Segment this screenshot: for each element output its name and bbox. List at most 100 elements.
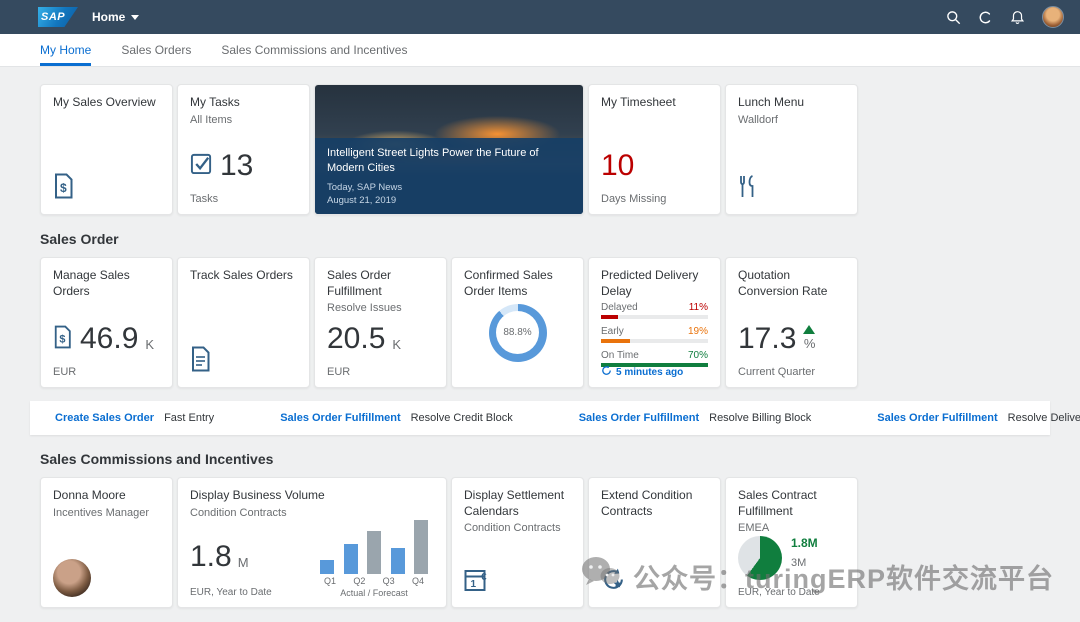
shell-actions: [946, 6, 1064, 28]
my-home-tile-group: My Sales Overview $ My Tasks All Items 1…: [40, 84, 1080, 215]
tile-display-business-volume[interactable]: Display Business Volume Condition Contra…: [177, 477, 447, 608]
refresh-text: 5 minutes ago: [616, 366, 684, 378]
tile-manage-sales-orders[interactable]: Manage Sales Orders $ 46.9 K EUR: [40, 257, 173, 388]
delay-value: 70%: [687, 350, 708, 361]
delay-label: On Time: [601, 350, 639, 361]
task-checkbox-icon: [190, 152, 213, 180]
tile-subtitle: Condition Contracts: [190, 506, 287, 519]
volume-categories: Q1 Q2 Q3 Q4: [316, 576, 432, 586]
quotation-value: 17.3: [738, 322, 797, 355]
manage-value: 46.9: [80, 322, 139, 355]
tile-sales-order-fulfillment[interactable]: Sales Order Fulfillment Resolve Issues 2…: [314, 257, 447, 388]
fulfillment-kpi: 20.5 K: [327, 324, 401, 354]
tile-title: Quotation Conversion Rate: [738, 268, 828, 298]
delay-row-delayed: Delayed 11%: [601, 302, 708, 319]
tile-title: Sales Order Fulfillment: [327, 268, 392, 298]
anchor-navigation: My Home Sales Orders Sales Commissions a…: [0, 34, 1080, 67]
shell-header: SAP Home: [0, 0, 1080, 34]
tile-display-settlement-calendars[interactable]: Display Settlement Calendars Condition C…: [451, 477, 584, 608]
donna-moore-avatar: [53, 559, 91, 597]
tile-my-sales-overview[interactable]: My Sales Overview $: [40, 84, 173, 215]
tile-my-tasks[interactable]: My Tasks All Items 13 Tasks: [177, 84, 310, 215]
tile-title: My Timesheet: [601, 95, 676, 109]
tab-sales-commissions[interactable]: Sales Commissions and Incentives: [221, 34, 407, 66]
sales-order-icon: $: [53, 325, 73, 354]
tile-predicted-delivery-delay[interactable]: Predicted Delivery Delay Delayed 11% Ear…: [588, 257, 721, 388]
delay-label: Delayed: [601, 302, 638, 313]
shell-title: Home: [92, 10, 126, 24]
tab-my-home[interactable]: My Home: [40, 34, 92, 66]
sap-logo-text: SAP: [41, 11, 66, 23]
link-sales-order-fulfillment-credit[interactable]: Sales Order Fulfillment: [280, 412, 400, 424]
trend-up-icon: [803, 325, 816, 334]
tile-title: Track Sales Orders: [190, 268, 293, 282]
user-avatar[interactable]: [1042, 6, 1064, 28]
tile-subtitle: Resolve Issues: [327, 302, 402, 315]
manage-kpi: $ 46.9 K: [53, 324, 154, 354]
link-subtitle: Resolve Delivery Block: [1007, 412, 1080, 424]
tile-news[interactable]: Intelligent Street Lights Power the Futu…: [314, 84, 584, 215]
refresh-icon: [601, 365, 612, 379]
contract-kpi: 1.8M 3M: [738, 536, 818, 580]
delay-label: Early: [601, 326, 624, 337]
link-sales-order-fulfillment-delivery[interactable]: Sales Order Fulfillment: [877, 412, 997, 424]
link-create-sales-order[interactable]: Create Sales Order: [55, 412, 154, 424]
tile-title: Predicted Delivery Delay: [601, 268, 699, 298]
sales-document-list-icon: [190, 346, 212, 377]
volume-legend: Actual / Forecast: [340, 588, 408, 598]
link-sales-order-fulfillment-billing[interactable]: Sales Order Fulfillment: [579, 412, 699, 424]
delay-row-early: Early 19%: [601, 326, 708, 343]
tile-footer: EUR, Year to Date: [738, 587, 820, 598]
tile-footer: EUR, Year to Date: [190, 587, 272, 598]
tile-confirmed-sales-order-items[interactable]: Confirmed Sales Order Items 88.8%: [451, 257, 584, 388]
volume-bar-chart: Q1 Q2 Q3 Q4 Actual / Forecast: [316, 520, 432, 598]
home-title-menu[interactable]: Home: [92, 10, 140, 24]
tile-title: Display Business Volume: [190, 488, 325, 502]
tile-extend-condition-contracts[interactable]: Extend Condition Contracts: [588, 477, 721, 608]
bar: [320, 559, 334, 574]
chevron-down-icon: [131, 14, 140, 20]
fulfillment-scale: K: [392, 337, 402, 352]
tile-title: Donna Moore: [53, 488, 126, 502]
link-subtitle: Fast Entry: [164, 412, 215, 424]
sap-logo[interactable]: SAP: [38, 7, 78, 27]
link-subtitle: Resolve Credit Block: [410, 412, 513, 424]
tile-track-sales-orders[interactable]: Track Sales Orders: [177, 257, 310, 388]
volume-scale: M: [237, 555, 249, 570]
search-icon[interactable]: [946, 10, 961, 25]
tasks-kpi: 13: [190, 151, 253, 181]
section-header-sales-order: Sales Order: [40, 231, 119, 247]
link-subtitle: Resolve Billing Block: [709, 412, 812, 424]
tile-lunch-menu[interactable]: Lunch Menu Walldorf: [725, 84, 858, 215]
svg-text:€: €: [481, 572, 487, 583]
bar: [367, 530, 381, 574]
section-header-commissions: Sales Commissions and Incentives: [40, 451, 274, 467]
settlement-calendar-icon: 1 €: [464, 568, 490, 597]
svg-text:$: $: [59, 333, 65, 345]
timesheet-count: 10: [601, 149, 635, 182]
tile-my-timesheet[interactable]: My Timesheet 10 Days Missing: [588, 84, 721, 215]
tile-quotation-conversion-rate[interactable]: Quotation Conversion Rate 17.3 % Current…: [725, 257, 858, 388]
tile-title: My Tasks: [190, 95, 240, 109]
notifications-bell-icon[interactable]: [1010, 10, 1025, 25]
bar: [414, 520, 428, 574]
quick-links-strip: Create Sales Order Fast Entry Sales Orde…: [30, 401, 1080, 435]
tile-title: Display Settlement Calendars: [464, 488, 565, 518]
manage-scale: K: [145, 337, 155, 352]
refresh-status[interactable]: 5 minutes ago: [601, 365, 683, 379]
delay-value: 11%: [688, 302, 708, 313]
copilot-icon[interactable]: [978, 10, 993, 25]
tile-sales-contract-fulfillment[interactable]: Sales Contract Fulfillment EMEA 1.8M 3M …: [725, 477, 858, 608]
tile-donna-moore[interactable]: Donna Moore Incentives Manager: [40, 477, 173, 608]
tab-sales-orders[interactable]: Sales Orders: [121, 34, 191, 66]
tile-subtitle: Walldorf: [738, 113, 778, 126]
delay-micro-chart: Delayed 11% Early 19% On Time 70%: [601, 302, 708, 374]
meal-icon: [738, 174, 758, 204]
bar: [390, 548, 405, 574]
timesheet-kpi: 10: [601, 151, 634, 181]
tile-footer: Current Quarter: [738, 366, 816, 378]
quotation-scale: %: [803, 336, 816, 351]
tile-footer: EUR: [327, 366, 351, 378]
link-group-resolve-billing-block: Sales Order Fulfillment Resolve Billing …: [579, 412, 812, 424]
contract-values: 1.8M 3M: [791, 536, 818, 569]
